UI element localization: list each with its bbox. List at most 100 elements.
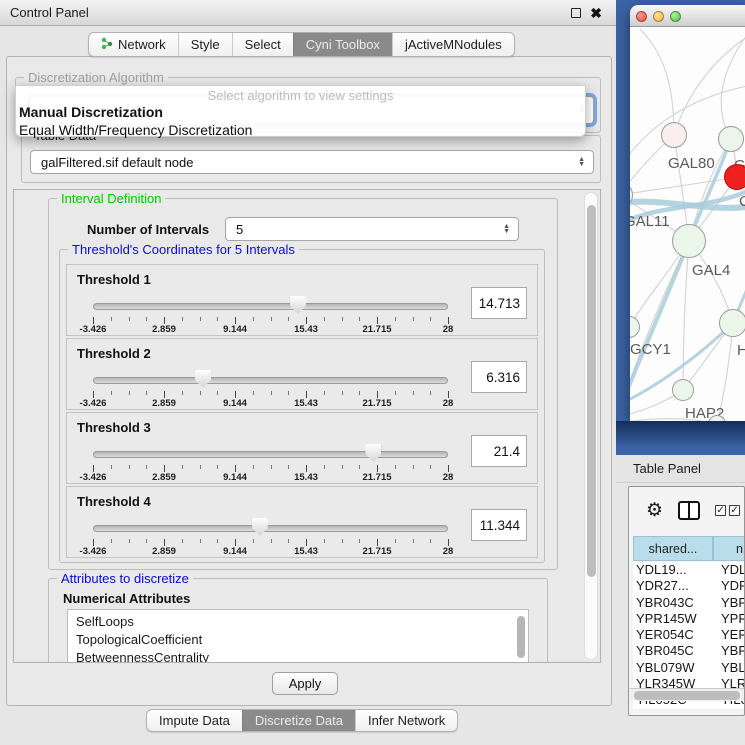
- slider-tick-label: 28: [443, 324, 454, 335]
- close-icon[interactable]: ✖: [590, 8, 602, 18]
- slider-tick: [129, 465, 130, 469]
- slider-tick: [359, 391, 360, 395]
- threshold-value-field[interactable]: [471, 435, 527, 467]
- slider-tick-label: 28: [443, 546, 454, 557]
- table-column-header[interactable]: shared...: [633, 536, 713, 561]
- slider-tick: [413, 539, 414, 543]
- attribute-list-item[interactable]: TopologicalCoefficient: [68, 631, 528, 649]
- slider-tick: [413, 465, 414, 469]
- desktop-bottom-band: [616, 421, 745, 455]
- tab-discretize-data[interactable]: Discretize Data: [242, 710, 355, 731]
- threshold-value-field[interactable]: [471, 287, 527, 319]
- checkbox-icon[interactable]: ✓: [729, 505, 740, 516]
- slider-tick-label: 2.859: [152, 324, 176, 335]
- threshold-value-field[interactable]: [471, 361, 527, 393]
- tab-network[interactable]: Network: [89, 33, 178, 56]
- slider-tick: [413, 317, 414, 321]
- table-row[interactable]: YBL079WYBL0: [633, 660, 745, 676]
- cyni-toolbox-panel: Discretization Algorithm ▲▼ Table Data g…: [6, 56, 612, 706]
- dropdown-option-manual-discretization[interactable]: Manual Discretization: [16, 103, 585, 121]
- slider-tick: [288, 465, 289, 469]
- number-of-intervals-value: 5: [236, 222, 243, 237]
- slider-tick: [324, 391, 325, 395]
- slider-tick: [430, 465, 431, 469]
- table-row[interactable]: YBR045CYBR0: [633, 643, 745, 659]
- threshold-slider-track[interactable]: [93, 525, 448, 532]
- network-node-hap2[interactable]: [672, 379, 694, 401]
- number-of-intervals-label: Number of Intervals: [87, 222, 209, 237]
- attribute-list-item[interactable]: BetweennessCentrality: [68, 649, 528, 663]
- table-panel-title: Table Panel: [633, 461, 701, 476]
- apply-button[interactable]: Apply: [272, 672, 338, 695]
- attributes-group-title: Attributes to discretize: [57, 571, 193, 586]
- threshold-slider-track[interactable]: [93, 303, 448, 310]
- threshold-slider-handle[interactable]: [195, 370, 211, 388]
- thresholds-group: Threshold's Coordinates for 5 Intervals …: [59, 249, 545, 563]
- gear-icon[interactable]: ⚙: [646, 501, 663, 520]
- numerical-attributes-list[interactable]: SelfLoopsTopologicalCoefficientBetweenne…: [67, 609, 529, 663]
- table-cell: YBR0: [713, 595, 745, 611]
- float-window-icon[interactable]: [571, 8, 581, 18]
- attributes-list-scrollbar[interactable]: [516, 613, 526, 663]
- slider-tick-label: 9.144: [223, 472, 247, 483]
- chevron-updown-icon: ▲▼: [503, 224, 510, 234]
- slider-tick: [448, 317, 449, 324]
- threshold-slider-handle[interactable]: [252, 518, 268, 536]
- slider-tick: [146, 317, 147, 321]
- slider-tick: [324, 317, 325, 321]
- split-columns-icon[interactable]: [678, 501, 700, 520]
- network-node-h[interactable]: [719, 309, 745, 337]
- chevron-updown-icon: ▲▼: [578, 157, 585, 167]
- slider-tick: [342, 317, 343, 321]
- table-row[interactable]: YPR145WYPR1: [633, 611, 745, 627]
- control-panel-titlebar: Control Panel ✖: [0, 0, 616, 26]
- threshold-slider-track[interactable]: [93, 377, 448, 384]
- table-horizontal-scrollbar[interactable]: [630, 688, 745, 701]
- network-node-label: H: [737, 342, 745, 359]
- threshold-slider-handle[interactable]: [365, 444, 381, 462]
- slider-tick-label: -3.426: [80, 546, 107, 557]
- threshold-slider-handle[interactable]: [290, 296, 306, 314]
- tab-jactivemnodules[interactable]: jActiveMNodules: [392, 33, 514, 56]
- tab-select[interactable]: Select: [232, 33, 293, 56]
- attribute-list-item[interactable]: SelfLoops: [68, 613, 528, 631]
- table-cell: YPR145W: [633, 611, 713, 627]
- network-node-c[interactable]: [724, 164, 745, 190]
- slider-tick-label: -3.426: [80, 472, 107, 483]
- minimize-traffic-light-icon[interactable]: [653, 11, 664, 22]
- slider-tick: [111, 465, 112, 469]
- slider-tick: [395, 539, 396, 543]
- settings-vertical-scrollbar[interactable]: [584, 192, 598, 660]
- tab-cyni-toolbox[interactable]: Cyni Toolbox: [293, 33, 392, 56]
- network-canvas[interactable]: GAL80GACGAL11GAL4GCY1HHAP2: [630, 27, 745, 421]
- network-node-gal4[interactable]: [672, 224, 706, 258]
- slider-tick: [288, 539, 289, 543]
- table-row[interactable]: YDR27...YDR2: [633, 578, 745, 594]
- network-node-gal80[interactable]: [661, 122, 687, 148]
- slider-tick: [164, 317, 165, 324]
- threshold-slider-track[interactable]: [93, 451, 448, 458]
- table-data-combobox[interactable]: galFiltered.sif default node ▲▼: [30, 150, 594, 174]
- tab-infer-network[interactable]: Infer Network: [355, 710, 457, 731]
- checkbox-icon[interactable]: ✓: [715, 505, 726, 516]
- table-row[interactable]: YDL19...YDL1: [633, 562, 745, 578]
- table-column-header[interactable]: n...: [713, 536, 745, 561]
- threshold-value-field[interactable]: [471, 509, 527, 541]
- table-row[interactable]: YBR043CYBR0: [633, 595, 745, 611]
- tab-style[interactable]: Style: [178, 33, 232, 56]
- slider-tick: [430, 317, 431, 321]
- zoom-traffic-light-icon[interactable]: [670, 11, 681, 22]
- tab-impute-data[interactable]: Impute Data: [147, 710, 242, 731]
- slider-tick: [200, 391, 201, 395]
- slider-tick-label: 21.715: [362, 324, 391, 335]
- table-cell: YER054C: [633, 627, 713, 643]
- numerical-attributes-label: Numerical Attributes: [63, 591, 190, 606]
- table-data-value: galFiltered.sif default node: [41, 155, 193, 170]
- dropdown-option-equal-width-frequency[interactable]: Equal Width/Frequency Discretization: [16, 121, 585, 139]
- network-view-window[interactable]: GAL80GACGAL11GAL4GCY1HHAP2: [630, 5, 745, 421]
- close-traffic-light-icon[interactable]: [636, 11, 647, 22]
- network-node-ga[interactable]: [718, 126, 744, 152]
- number-of-intervals-combobox[interactable]: 5 ▲▼: [225, 217, 519, 241]
- slider-tick: [93, 465, 94, 472]
- table-row[interactable]: YER054CYER0: [633, 627, 745, 643]
